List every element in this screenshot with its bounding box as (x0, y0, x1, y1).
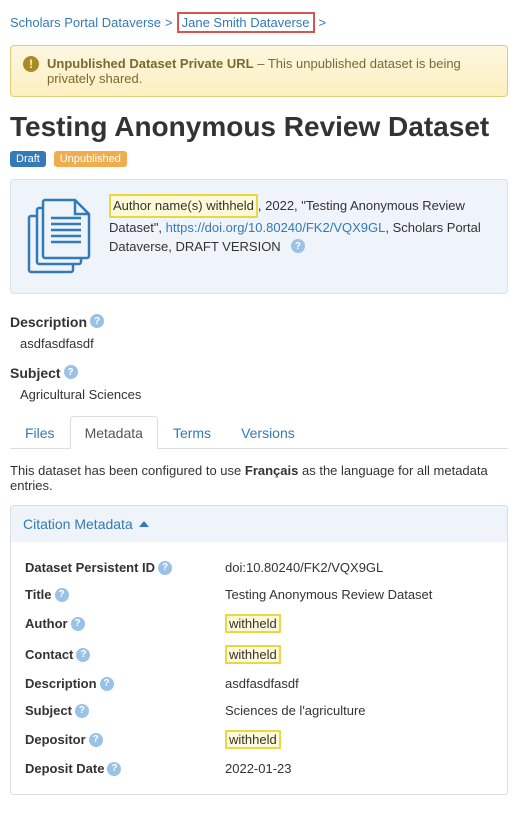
metadata-row: Description?asdfasdfasdf (25, 670, 493, 697)
breadcrumb-root-link[interactable]: Scholars Portal Dataverse (10, 15, 161, 30)
citation-metadata-panel: Citation Metadata Dataset Persistent ID?… (10, 505, 508, 795)
metadata-key: Dataset Persistent ID? (25, 560, 225, 575)
metadata-value: withheld (225, 645, 493, 664)
help-icon[interactable]: ? (71, 617, 85, 631)
help-icon[interactable]: ? (90, 314, 104, 328)
citation-box: Author name(s) withheld, 2022, "Testing … (10, 179, 508, 294)
help-icon[interactable]: ? (158, 561, 172, 575)
help-icon[interactable]: ? (107, 762, 121, 776)
breadcrumb-separator: > (319, 15, 327, 30)
doi-link[interactable]: https://doi.org/10.80240/FK2/VQX9GL (166, 220, 386, 235)
page-title: Testing Anonymous Review Dataset (10, 111, 508, 143)
metadata-row: Subject?Sciences de l'agriculture (25, 697, 493, 724)
help-icon[interactable]: ? (75, 704, 89, 718)
tab-metadata[interactable]: Metadata (70, 416, 158, 449)
alert-title: Unpublished Dataset Private URL (47, 56, 254, 71)
metadata-key: Author? (25, 614, 225, 633)
help-icon[interactable]: ? (64, 365, 78, 379)
citation-metadata-header[interactable]: Citation Metadata (11, 506, 507, 542)
withheld-highlight: withheld (225, 614, 281, 633)
document-icon (25, 194, 97, 279)
metadata-row: Author?withheld (25, 608, 493, 639)
draft-badge: Draft (10, 151, 46, 167)
description-value: asdfasdfasdf (10, 336, 508, 351)
author-withheld-highlight: Author name(s) withheld (109, 194, 258, 218)
help-icon[interactable]: ? (55, 588, 69, 602)
metadata-row: Title?Testing Anonymous Review Dataset (25, 581, 493, 608)
withheld-highlight: withheld (225, 645, 281, 664)
metadata-key: Title? (25, 587, 225, 602)
metadata-row: Deposit Date?2022-01-23 (25, 755, 493, 782)
metadata-value: withheld (225, 614, 493, 633)
breadcrumb-highlight-box: Jane Smith Dataverse (177, 12, 315, 33)
metadata-value: 2022-01-23 (225, 761, 493, 776)
citation-text: Author name(s) withheld, 2022, "Testing … (109, 194, 493, 279)
breadcrumb-current-link[interactable]: Jane Smith Dataverse (182, 15, 310, 30)
metadata-key: Subject? (25, 703, 225, 718)
description-section: Description? asdfasdfasdf (10, 314, 508, 351)
metadata-key: Description? (25, 676, 225, 691)
metadata-value: asdfasdfasdf (225, 676, 493, 691)
help-icon[interactable]: ? (76, 648, 90, 662)
exclamation-icon: ! (23, 56, 39, 72)
tab-files[interactable]: Files (10, 416, 70, 449)
unpublished-badge: Unpublished (54, 151, 127, 167)
metadata-row: Contact?withheld (25, 639, 493, 670)
metadata-value: doi:10.80240/FK2/VQX9GL (225, 560, 493, 575)
metadata-table: Dataset Persistent ID?doi:10.80240/FK2/V… (11, 542, 507, 794)
metadata-key: Deposit Date? (25, 761, 225, 776)
metadata-key: Contact? (25, 645, 225, 664)
metadata-value: Sciences de l'agriculture (225, 703, 493, 718)
metadata-row: Dataset Persistent ID?doi:10.80240/FK2/V… (25, 554, 493, 581)
alert-text: Unpublished Dataset Private URL – This u… (47, 56, 495, 86)
tabs: Files Metadata Terms Versions (10, 416, 508, 449)
subject-value: Agricultural Sciences (10, 387, 508, 402)
chevron-up-icon (139, 521, 149, 527)
private-url-alert: ! Unpublished Dataset Private URL – This… (10, 45, 508, 97)
subject-section: Subject? Agricultural Sciences (10, 365, 508, 402)
breadcrumb: Scholars Portal Dataverse > Jane Smith D… (10, 8, 508, 39)
help-icon[interactable]: ? (291, 239, 305, 253)
help-icon[interactable]: ? (100, 677, 114, 691)
tab-terms[interactable]: Terms (158, 416, 226, 449)
status-badges: Draft Unpublished (10, 149, 508, 167)
metadata-value: Testing Anonymous Review Dataset (225, 587, 493, 602)
language-note: This dataset has been configured to use … (10, 463, 508, 493)
tab-versions[interactable]: Versions (226, 416, 310, 449)
breadcrumb-separator: > (165, 15, 173, 30)
subject-label: Subject? (10, 365, 508, 381)
description-label: Description? (10, 314, 508, 330)
